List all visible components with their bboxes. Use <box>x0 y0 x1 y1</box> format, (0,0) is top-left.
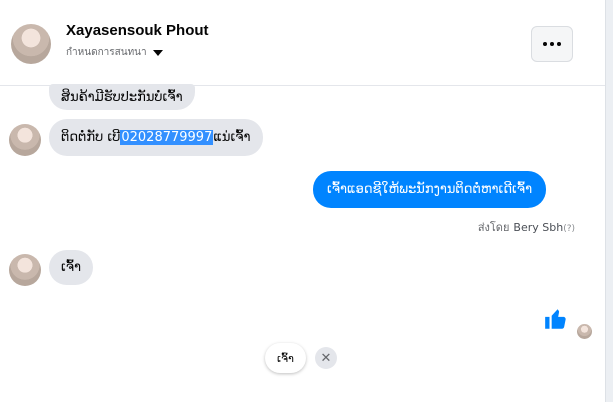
more-dot <box>550 42 554 46</box>
chat-header: Xayasensouk Phout กำหนดการสนทนา <box>0 0 605 86</box>
contact-avatar[interactable] <box>11 24 51 64</box>
sender-avatar[interactable] <box>9 124 41 156</box>
conversation-settings-label: กำหนดการสนทนา <box>66 47 147 58</box>
outgoing-message[interactable]: ເຈົ້າແອດຊີໃຫ້ພະນັກງານຕິດຕໍ່ຫາເດີເຈົ້າ <box>313 171 547 208</box>
thumbs-up-icon[interactable] <box>543 306 569 332</box>
message-text: ເຈົ້າແອດຊີໃຫ້ພະນັກງານຕິດຕໍ່ຫາເດີເຈົ້າ <box>327 182 533 197</box>
message-text-prefix: ຕິດຕໍ່ກັບ ເບີ <box>61 130 121 145</box>
conversation-settings-dropdown[interactable]: กำหนดการสนทนา <box>66 45 163 60</box>
incoming-message[interactable]: ເຈົ້າ <box>49 250 94 285</box>
close-icon[interactable]: ✕ <box>315 347 337 369</box>
quick-reply-label: ເຈົ້າ <box>277 351 294 365</box>
quick-reply-button[interactable]: ເຈົ້າ <box>265 343 306 373</box>
contact-name[interactable]: Xayasensouk Phout <box>66 22 209 39</box>
incoming-message[interactable]: ສິນຄ້າມີຮັບປະກັນບໍ່ເຈົ້າ <box>49 84 195 110</box>
more-options-button[interactable] <box>531 26 573 62</box>
sent-by-label: ส่งโดย Bery Sbh (?) <box>478 218 575 236</box>
message-text: ເຈົ້າ <box>61 260 82 275</box>
scrollbar[interactable] <box>605 0 613 402</box>
caret-down-icon <box>152 49 163 56</box>
sender-avatar[interactable] <box>9 254 41 286</box>
sent-by-name[interactable]: Bery Sbh <box>513 221 563 234</box>
sent-by-prefix: ส่งโดย <box>477 221 510 234</box>
incoming-message[interactable]: ຕິດຕໍ່ກັບ ເບີ 02028779997 ແນ່ເຈົ້າ <box>49 119 263 156</box>
read-receipt-avatar <box>577 324 592 339</box>
message-text: ສິນຄ້າມີຮັບປະກັນບໍ່ເຈົ້າ <box>61 89 183 105</box>
phone-number-selected[interactable]: 02028779997 <box>120 130 214 145</box>
more-horizontal-icon <box>543 42 547 46</box>
message-text-suffix: ແນ່ເຈົ້າ <box>213 130 251 145</box>
help-link[interactable]: (?) <box>563 224 575 234</box>
more-dot <box>557 42 561 46</box>
